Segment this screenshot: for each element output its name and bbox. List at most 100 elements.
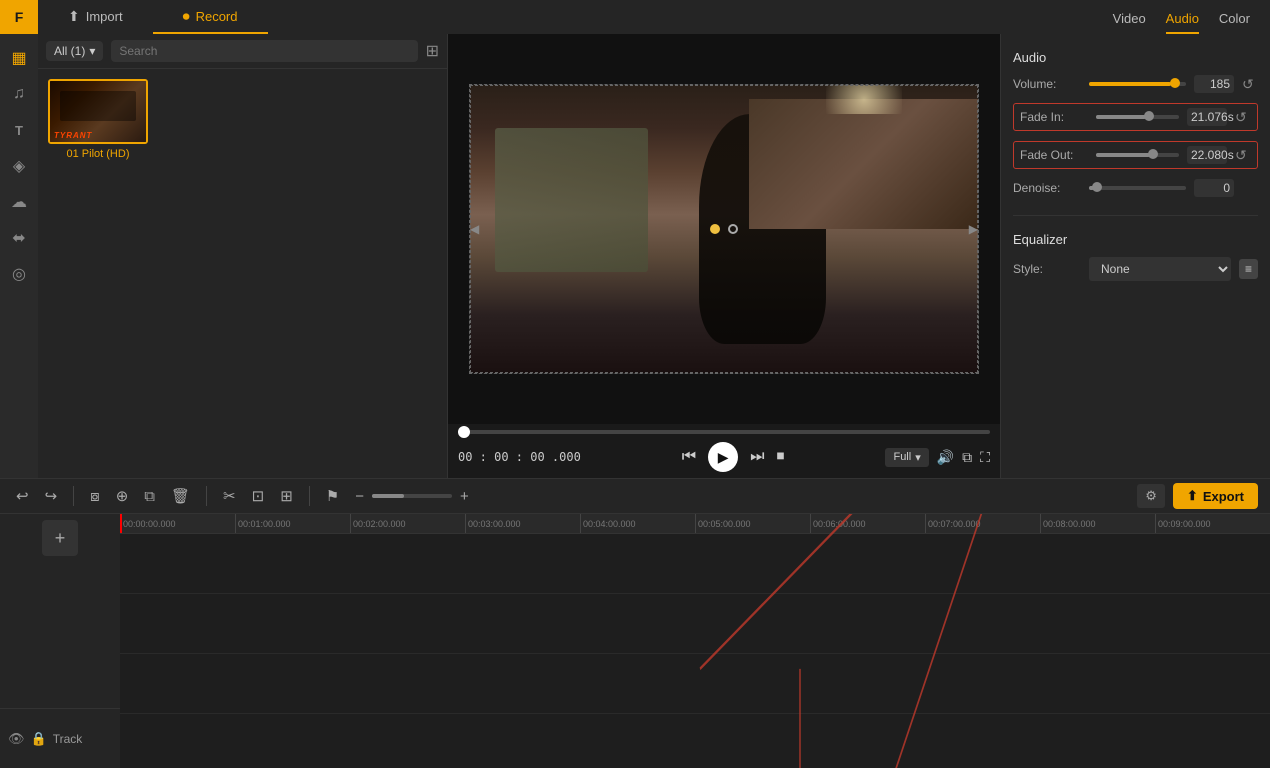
eye-icon[interactable]: 👁 xyxy=(8,731,25,747)
fullscreen-chevron-icon: ▾ xyxy=(915,451,921,464)
fullscreen-button[interactable]: Full ▾ xyxy=(885,448,928,467)
export-label: Export xyxy=(1203,489,1244,504)
equalizer-section: Equalizer Style: None Pop Rock Jazz ≡ xyxy=(1013,228,1258,281)
play-button[interactable]: ▶ xyxy=(708,442,738,472)
fade-out-value: 22.080s xyxy=(1187,146,1227,164)
sidebar-icon-effects[interactable]: ◈ xyxy=(3,150,35,182)
track-labels: + 👁 🔒 Track xyxy=(0,514,120,768)
media-item-name: 01 Pilot (HD) xyxy=(48,148,148,160)
denoise-reset-icon[interactable]: ↺ xyxy=(1242,180,1258,197)
denoise-label: Denoise: xyxy=(1013,181,1081,195)
step-back-button[interactable]: ⏮ xyxy=(682,448,696,466)
fade-out-thumb[interactable] xyxy=(1148,149,1158,159)
progress-thumb[interactable] xyxy=(458,426,470,438)
add-track-button[interactable]: + xyxy=(42,520,78,556)
denoise-thumb[interactable] xyxy=(1092,182,1102,192)
tab-video[interactable]: Video xyxy=(1113,5,1146,34)
media-search-input[interactable] xyxy=(111,40,417,62)
fade-in-thumb[interactable] xyxy=(1144,111,1154,121)
tab-import[interactable]: ⬆ Import xyxy=(38,0,153,34)
track-empty-row-3 xyxy=(120,654,1270,714)
step-forward-button[interactable]: ⏭ xyxy=(750,448,764,466)
undo-button[interactable]: ↩ xyxy=(12,485,33,507)
sidebar-icon-transitions[interactable]: ⬌ xyxy=(3,222,35,254)
cut-button[interactable]: ✂ xyxy=(219,485,240,507)
zoom-out-button[interactable]: − xyxy=(351,486,368,507)
media-thumbnail: TYRANT xyxy=(48,79,148,144)
crop-button[interactable]: ⊡ xyxy=(248,485,269,507)
sidebar-icon-cloud[interactable]: ☁ xyxy=(3,186,35,218)
split-audio-button[interactable]: ⧇ xyxy=(86,486,104,507)
marker-button[interactable]: ⚑ xyxy=(322,485,343,507)
right-controls: Full ▾ 🔊 ⧉ ⛶ xyxy=(885,448,990,467)
fade-in-slider[interactable] xyxy=(1096,115,1179,119)
denoise-slider[interactable] xyxy=(1089,186,1186,190)
top-tabs: ⬆ Import ⏺ Record xyxy=(38,0,1093,34)
fade-in-reset-icon[interactable]: ↺ xyxy=(1235,109,1251,126)
volume-fill xyxy=(1089,82,1171,86)
timeline-ruler: 00:00:00.000 00:01:00.000 00:02:00.000 0… xyxy=(120,514,1270,534)
media-panel: All (1) ▾ ⊞ TYRANT xyxy=(38,34,448,478)
volume-label: Volume: xyxy=(1013,77,1081,91)
lock-icon[interactable]: 🔒 xyxy=(31,731,47,747)
timeline-body: + 👁 🔒 Track 00:00:00.000 00:01:00.000 00… xyxy=(0,514,1270,768)
track-empty-row-2 xyxy=(120,594,1270,654)
ruler-mark-8: 00:08:00.000 xyxy=(1040,514,1155,533)
style-label: Style: xyxy=(1013,262,1081,276)
denoise-value: 0 xyxy=(1194,179,1234,197)
volume-button[interactable]: 🔊 xyxy=(937,449,954,466)
timeline-playhead[interactable] xyxy=(120,514,122,533)
track-label-row: 👁 🔒 Track xyxy=(0,708,120,768)
fade-in-label: Fade In: xyxy=(1020,110,1088,124)
fade-out-slider[interactable] xyxy=(1096,153,1179,157)
pip-button[interactable]: ⧉ xyxy=(962,449,972,466)
tracks-area: 01 Pilot (HD) xyxy=(120,534,1270,768)
duplicate-button[interactable]: ⧉ xyxy=(140,486,159,507)
tab-record[interactable]: ⏺ Record xyxy=(153,0,268,34)
ruler-mark-4: 00:04:00.000 xyxy=(580,514,695,533)
fade-out-reset-icon[interactable]: ↺ xyxy=(1235,147,1251,164)
export-button[interactable]: ⬆ Export xyxy=(1173,483,1258,509)
fade-out-label: Fade Out: xyxy=(1020,148,1088,162)
ruler-mark-5: 00:05:00.000 xyxy=(695,514,810,533)
grid-toggle-icon[interactable]: ⊞ xyxy=(426,41,439,61)
playback-buttons: ⏮ ▶ ⏭ ⏹ xyxy=(682,442,785,472)
volume-reset-icon[interactable]: ↺ xyxy=(1242,76,1258,93)
zoom-in-button[interactable]: + xyxy=(456,486,473,507)
sidebar-icon-text[interactable]: T xyxy=(3,114,35,146)
volume-thumb[interactable] xyxy=(1170,78,1180,88)
redo-button[interactable]: ↪ xyxy=(41,485,62,507)
ruler-mark-6: 00:06:00.000 xyxy=(810,514,925,533)
fade-in-row: Fade In: 21.076s ↺ xyxy=(1013,103,1258,131)
tab-color[interactable]: Color xyxy=(1219,5,1250,34)
sidebar-icon-audio[interactable]: ♫ xyxy=(3,78,35,110)
right-panel-tabs: Video Audio Color xyxy=(1093,0,1270,34)
top-bar: F ⬆ Import ⏺ Record Video Audio Color xyxy=(0,0,1270,34)
video-frame: ◀ ▶ xyxy=(469,84,979,374)
add-clip-button[interactable]: ⊕ xyxy=(112,485,133,507)
tab-audio[interactable]: Audio xyxy=(1166,5,1199,34)
fullscreen2-button[interactable]: ⛶ xyxy=(980,449,990,466)
timeline-area: ↩ ↪ ⧇ ⊕ ⧉ 🗑 ✂ ⊡ ⊞ ⚑ − + ⚙ ⬆ E xyxy=(0,478,1270,768)
list-item[interactable]: TYRANT 01 Pilot (HD) xyxy=(48,79,148,160)
record-icon: ⏺ xyxy=(183,8,190,25)
ripple-button[interactable]: ⊞ xyxy=(276,485,297,507)
video-area: ◀ ▶ 00 : 00 : 00 .000 ⏮ ▶ ⏭ ⏹ xyxy=(448,34,1000,478)
timeline-settings-button[interactable]: ⚙ xyxy=(1137,484,1165,508)
equalizer-title: Equalizer xyxy=(1013,232,1258,247)
stop-button[interactable]: ⏹ xyxy=(777,448,785,466)
import-icon: ⬆ xyxy=(68,8,80,25)
sidebar-icon-media[interactable]: ▦ xyxy=(3,42,35,74)
delete-button[interactable]: 🗑 xyxy=(167,485,194,507)
style-select[interactable]: None Pop Rock Jazz xyxy=(1089,257,1231,281)
media-grid: TYRANT 01 Pilot (HD) xyxy=(38,69,447,170)
fade-out-row: Fade Out: 22.080s ↺ xyxy=(1013,141,1258,169)
main-content: ▦ ♫ T ◈ ☁ ⬌ ◎ All (1) ▾ ⊞ xyxy=(0,34,1270,478)
sidebar-icon-sticker[interactable]: ◎ xyxy=(3,258,35,290)
eq-settings-button[interactable]: ≡ xyxy=(1239,259,1258,279)
zoom-slider[interactable] xyxy=(372,494,452,498)
volume-slider[interactable] xyxy=(1089,82,1186,86)
divider xyxy=(1013,215,1258,216)
media-filter-dropdown[interactable]: All (1) ▾ xyxy=(46,41,103,61)
progress-bar[interactable] xyxy=(458,430,990,434)
